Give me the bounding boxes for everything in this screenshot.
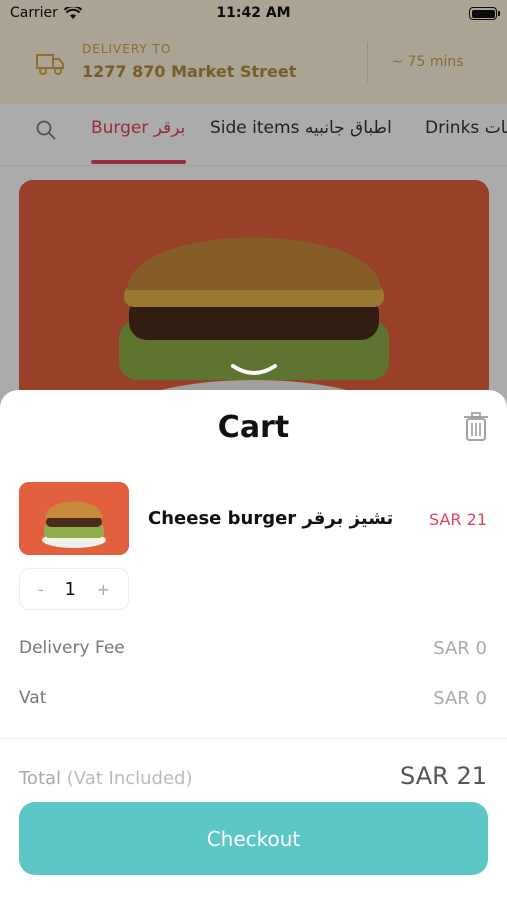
delivery-fee-row: Delivery Fee SAR 0 (19, 638, 487, 659)
total-text: Total (19, 768, 62, 789)
divider (0, 738, 507, 739)
quantity-value: 1 (64, 578, 76, 600)
total-label: Total (Vat Included) (19, 768, 193, 789)
cart-item-image (19, 482, 129, 555)
checkout-button[interactable]: Checkout (19, 802, 488, 875)
chevron-down-icon[interactable] (229, 362, 279, 380)
vat-row: Vat SAR 0 (19, 688, 487, 709)
delivery-fee-value: SAR 0 (433, 638, 487, 659)
decrement-button[interactable]: - (38, 580, 44, 599)
quantity-stepper: - 1 + (19, 568, 129, 610)
total-value: SAR 21 (400, 762, 487, 790)
increment-button[interactable]: + (97, 580, 110, 599)
total-vat-note: (Vat Included) (66, 768, 193, 789)
total-row: Total (Vat Included) SAR 21 (19, 762, 487, 790)
cart-sheet: Cart Cheese burger تشيز برقر SAR 21 - 1 … (0, 364, 507, 900)
vat-label: Vat (19, 688, 47, 708)
vat-value: SAR 0 (433, 688, 487, 709)
cart-item-name: Cheese burger تشيز برقر (148, 508, 394, 529)
cart-item-price: SAR 21 (429, 510, 487, 529)
trash-icon[interactable] (463, 412, 489, 442)
delivery-fee-label: Delivery Fee (19, 638, 125, 658)
cart-title: Cart (217, 410, 290, 445)
